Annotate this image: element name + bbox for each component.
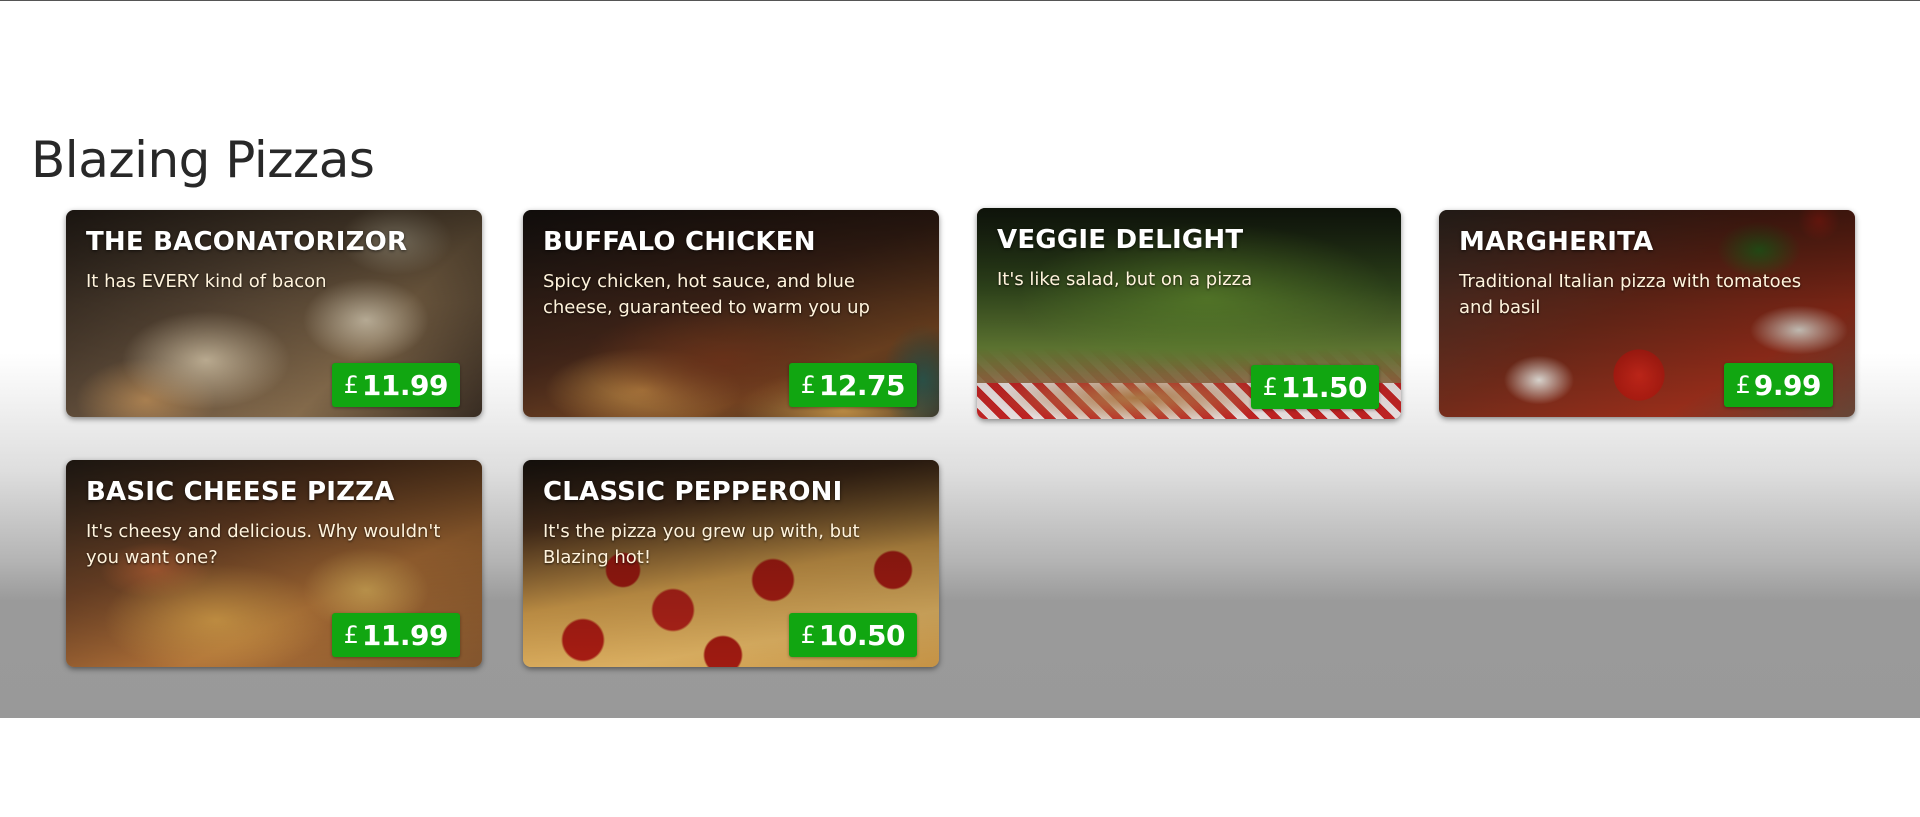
currency-symbol: £ xyxy=(1262,373,1278,401)
pizza-card-baconatorizor[interactable]: THE BACONATORIZOR It has EVERY kind of b… xyxy=(66,210,482,417)
price-amount: 11.99 xyxy=(361,368,449,402)
price-badge: £ 11.99 xyxy=(331,613,460,657)
currency-symbol: £ xyxy=(343,621,359,649)
pizza-card-title: MARGHERITA xyxy=(1459,227,1654,257)
pizza-card-title: VEGGIE DELIGHT xyxy=(997,225,1244,255)
price-badge: £ 11.50 xyxy=(1250,365,1379,409)
pizza-card-buffalo-chicken[interactable]: BUFFALO CHICKEN Spicy chicken, hot sauce… xyxy=(523,210,939,417)
price-amount: 12.75 xyxy=(818,368,906,402)
main-content: Blazing Pizzas THE BACONATORIZOR It has … xyxy=(0,1,1920,718)
pizza-card-veggie-delight[interactable]: VEGGIE DELIGHT It's like salad, but on a… xyxy=(977,208,1401,419)
pizza-card-description: It's like salad, but on a pizza xyxy=(997,269,1253,290)
pizza-card-basic-cheese[interactable]: BASIC CHEESE PIZZA It's cheesy and delic… xyxy=(66,460,482,667)
pizza-card-description: It has EVERY kind of bacon xyxy=(86,271,327,292)
pizza-card-title: THE BACONATORIZOR xyxy=(86,227,408,257)
currency-symbol: £ xyxy=(1735,371,1751,399)
price-badge: £ 12.75 xyxy=(788,363,917,407)
price-badge: £ 9.99 xyxy=(1723,363,1833,407)
price-amount: 9.99 xyxy=(1753,368,1822,402)
pizza-card-title: BUFFALO CHICKEN xyxy=(543,227,816,257)
price-amount: 10.50 xyxy=(818,618,906,652)
pizza-card-title: BASIC CHEESE PIZZA xyxy=(86,477,395,507)
pizza-card-margherita[interactable]: MARGHERITA Traditional Italian pizza wit… xyxy=(1439,210,1855,417)
price-badge: £ 11.99 xyxy=(331,363,460,407)
currency-symbol: £ xyxy=(800,621,816,649)
currency-symbol: £ xyxy=(343,371,359,399)
pizza-card-title: CLASSIC PEPPERONI xyxy=(543,477,843,507)
price-amount: 11.99 xyxy=(361,618,449,652)
price-amount: 11.50 xyxy=(1280,370,1368,404)
pizza-card-classic-pepperoni[interactable]: CLASSIC PEPPERONI It's the pizza you gre… xyxy=(523,460,939,667)
pizza-card-description: It's cheesy and delicious. Why wouldn't … xyxy=(86,521,441,568)
currency-symbol: £ xyxy=(800,371,816,399)
pizza-card-description: Spicy chicken, hot sauce, and blue chees… xyxy=(543,271,870,318)
pizza-card-description: Traditional Italian pizza with tomatoes … xyxy=(1459,271,1802,318)
price-badge: £ 10.50 xyxy=(788,613,917,657)
pizza-card-description: It's the pizza you grew up with, but Bla… xyxy=(543,521,860,568)
page-title: Blazing Pizzas xyxy=(31,131,375,189)
